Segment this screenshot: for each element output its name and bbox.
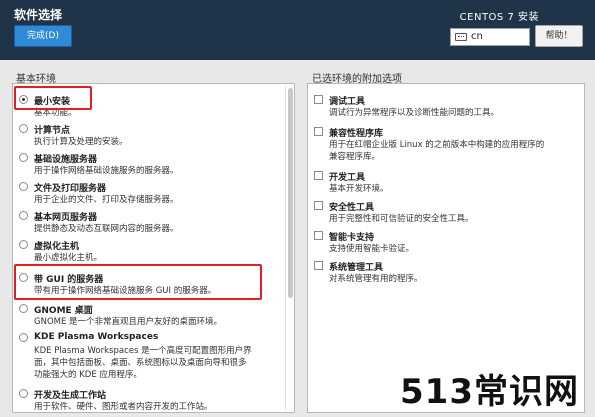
keyboard-layout-label: cn (471, 31, 483, 42)
addon-desc: 对系统管理有用的程序。 (329, 274, 423, 284)
env-desc: 用于操作网络基础设施服务的服务器。 (34, 166, 179, 176)
watermark-logo: 513常识网 (400, 372, 579, 412)
env-title: 虚拟化主机 (34, 242, 80, 252)
highlight-box-minimal (14, 86, 92, 110)
product-title: CENTOS 7 安装 (459, 12, 539, 23)
addon-title: 调试工具 (329, 97, 366, 107)
env-desc-line-3: 功能强大的 KDE 应用程序。 (34, 370, 142, 380)
env-title: 基本网页服务器 (34, 213, 98, 223)
addon-title: 智能卡支持 (329, 233, 375, 243)
addon-compat-libraries[interactable]: 兼容性程序库 用于在红帽企业版 Linux 的之前版本中构建的应用程序的 兼容程… (314, 126, 576, 166)
keyboard-icon (455, 33, 467, 41)
scrollbar-thumb[interactable] (288, 88, 293, 298)
keyboard-layout-indicator[interactable]: cn (450, 28, 530, 46)
addon-sysadmin-tools[interactable]: 系统管理工具 对系统管理有用的程序。 (314, 260, 576, 288)
env-item-compute-node[interactable]: 计算节点 执行计算及处理的安装。 (19, 123, 284, 151)
addon-desc: 基本开发环境。 (329, 184, 389, 194)
base-environment-list[interactable]: 最小安装 基本功能。 计算节点 执行计算及处理的安装。 基础设施服务器 用于操作… (12, 83, 295, 413)
env-title: KDE Plasma Workspaces (34, 332, 159, 342)
help-button[interactable]: 帮助！ (535, 25, 583, 47)
env-desc-line-2: 面，其中包括面板、桌面、系统图标以及桌面向导和很多 (34, 358, 247, 368)
env-item-infrastructure-server[interactable]: 基础设施服务器 用于操作网络基础设施服务的服务器。 (19, 152, 284, 180)
radio[interactable] (19, 304, 28, 313)
env-desc: GNOME 是一个非常直观且用户友好的桌面环境。 (34, 317, 223, 327)
env-title: 文件及打印服务器 (34, 184, 107, 194)
radio[interactable] (19, 240, 28, 249)
addon-desc-line-2: 兼容程序库。 (329, 152, 381, 162)
env-desc: 用于软件、硬件、图形或者内容开发的工作站。 (34, 402, 213, 412)
radio[interactable] (19, 124, 28, 133)
checkbox[interactable] (314, 261, 323, 270)
env-desc: 执行计算及处理的安装。 (34, 137, 128, 147)
addon-desc: 用于完整性和可信验证的安全性工具。 (329, 214, 474, 224)
env-desc: 最小虚拟化主机。 (34, 253, 103, 263)
addon-security-tools[interactable]: 安全性工具 用于完整性和可信验证的安全性工具。 (314, 200, 576, 228)
addon-title: 开发工具 (329, 173, 366, 183)
env-desc: 用于企业的文件、打印及存储服务器。 (34, 195, 179, 205)
addon-dev-tools[interactable]: 开发工具 基本开发环境。 (314, 170, 576, 198)
addon-desc-line-1: 用于在红帽企业版 Linux 的之前版本中构建的应用程序的 (329, 140, 545, 150)
addon-debug-tools[interactable]: 调试工具 调试行为异常程序以及诊断性能问题的工具。 (314, 94, 576, 122)
page-title: 软件选择 (14, 8, 63, 22)
checkbox[interactable] (314, 231, 323, 240)
radio[interactable] (19, 389, 28, 398)
radio[interactable] (19, 182, 28, 191)
radio[interactable] (19, 211, 28, 220)
addon-smartcard[interactable]: 智能卡支持 支持使用智能卡验证。 (314, 230, 576, 258)
env-item-web-server[interactable]: 基本网页服务器 提供静态及动态互联网内容的服务器。 (19, 210, 284, 238)
addon-title: 系统管理工具 (329, 263, 384, 273)
checkbox[interactable] (314, 201, 323, 210)
addon-desc: 支持使用智能卡验证。 (329, 244, 415, 254)
env-title: 基础设施服务器 (34, 155, 98, 165)
env-desc: 提供静态及动态互联网内容的服务器。 (34, 224, 179, 234)
env-item-gnome-desktop[interactable]: GNOME 桌面 GNOME 是一个非常直观且用户友好的桌面环境。 (19, 303, 284, 331)
checkbox[interactable] (314, 95, 323, 104)
env-title: GNOME 桌面 (34, 306, 93, 316)
env-item-dev-workstation[interactable]: 开发及生成工作站 用于软件、硬件、图形或者内容开发的工作站。 (19, 388, 284, 412)
env-title: 开发及生成工作站 (34, 391, 107, 401)
env-item-kde-plasma[interactable]: KDE Plasma Workspaces KDE Plasma Workspa… (19, 332, 284, 384)
top-bar: 软件选择 完成(D) CENTOS 7 安装 cn 帮助！ (0, 0, 595, 60)
highlight-box-server-gui (14, 264, 262, 300)
checkbox[interactable] (314, 127, 323, 136)
radio[interactable] (19, 153, 28, 162)
env-item-virtualization-host[interactable]: 虚拟化主机 最小虚拟化主机。 (19, 239, 284, 267)
done-button[interactable]: 完成(D) (14, 25, 72, 47)
env-title: 计算节点 (34, 126, 71, 136)
env-desc-line-1: KDE Plasma Workspaces 是一个高度可配置图形用户界 (34, 346, 252, 356)
addon-desc: 调试行为异常程序以及诊断性能问题的工具。 (329, 108, 500, 118)
addon-title: 安全性工具 (329, 203, 375, 213)
checkbox[interactable] (314, 171, 323, 180)
addons-list[interactable]: 调试工具 调试行为异常程序以及诊断性能问题的工具。 兼容性程序库 用于在红帽企业… (307, 83, 585, 413)
radio[interactable] (19, 333, 28, 342)
addon-title: 兼容性程序库 (329, 129, 384, 139)
env-item-file-print-server[interactable]: 文件及打印服务器 用于企业的文件、打印及存储服务器。 (19, 181, 284, 209)
